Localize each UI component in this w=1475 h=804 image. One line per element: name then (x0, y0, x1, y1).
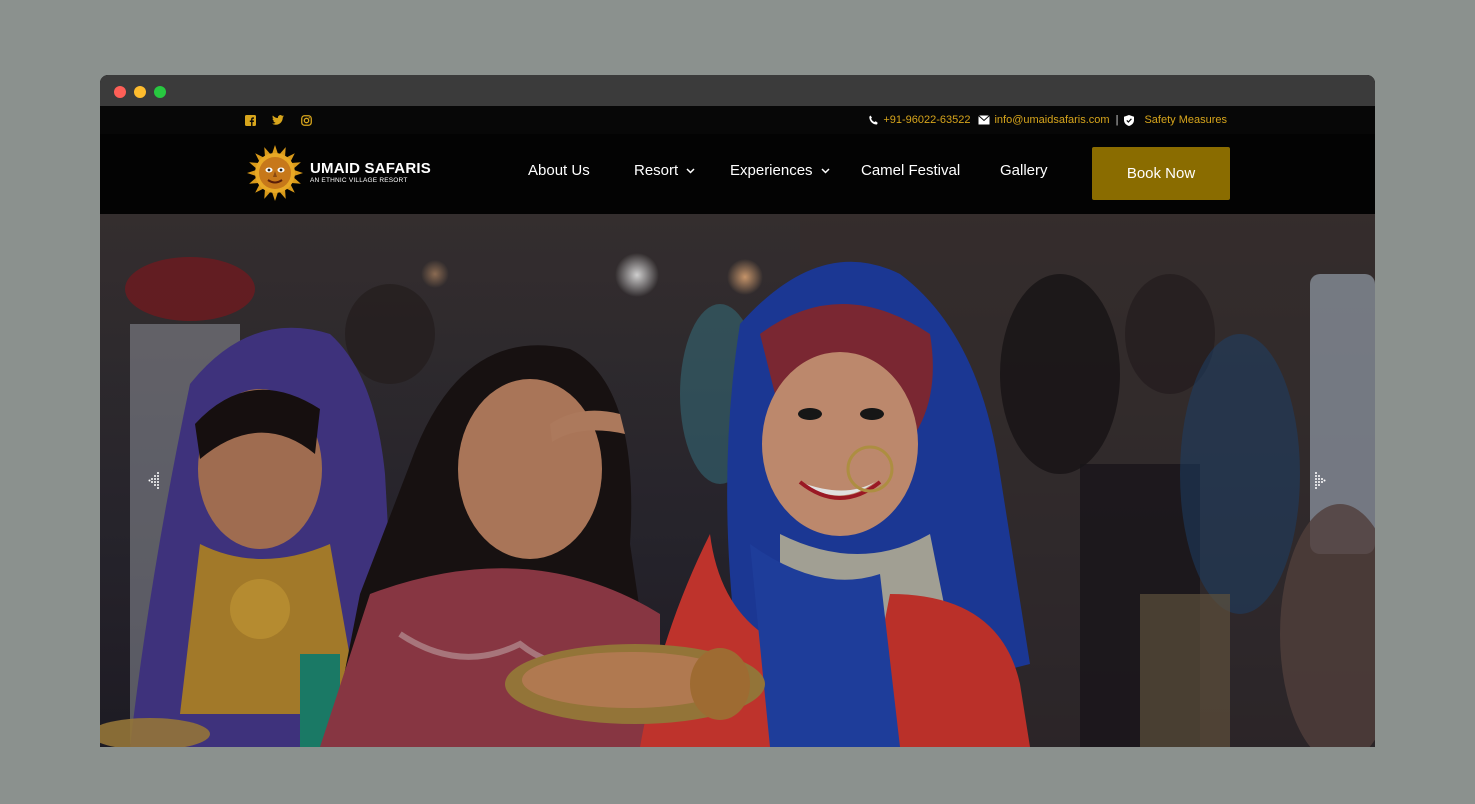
nav-gallery[interactable]: Gallery (1000, 162, 1048, 179)
chevron-down-icon (821, 167, 830, 174)
main-navbar: UMAID SAFARIS AN ETHNIC VILLAGE RESORT A… (100, 134, 1375, 214)
logo-tagline: AN ETHNIC VILLAGE RESORT (310, 177, 408, 184)
twitter-icon[interactable] (271, 113, 285, 127)
sun-logo-icon (247, 145, 303, 201)
facebook-icon[interactable] (243, 113, 257, 127)
nav-about-us-label: About Us (528, 162, 590, 179)
logo-brand-text: UMAID SAFARIS (310, 160, 431, 177)
site-logo[interactable]: UMAID SAFARIS AN ETHNIC VILLAGE RESORT (246, 144, 431, 202)
maximize-window-button[interactable] (154, 86, 166, 98)
minimize-window-button[interactable] (134, 86, 146, 98)
nav-gallery-label: Gallery (1000, 162, 1048, 179)
chevron-down-icon (686, 167, 695, 174)
hero-image (100, 214, 1375, 747)
book-now-button[interactable]: Book Now (1092, 147, 1230, 200)
phone-icon (868, 114, 879, 126)
email-link[interactable]: info@umaidsafaris.com (994, 114, 1109, 126)
nav-resort[interactable]: Resort (634, 162, 695, 179)
close-window-button[interactable] (114, 86, 126, 98)
safety-measures-link[interactable]: Safety Measures (1144, 114, 1227, 126)
hero-slider (100, 214, 1375, 747)
nav-about-us[interactable]: About Us (528, 162, 590, 179)
instagram-icon[interactable] (299, 113, 313, 127)
nav-experiences[interactable]: Experiences (730, 162, 830, 179)
mail-icon (978, 115, 991, 125)
nav-resort-label: Resort (634, 162, 679, 179)
nav-camel-festival[interactable]: Camel Festival (861, 162, 960, 179)
contact-info: +91-96022-63522 info@umaidsafaris.com | … (868, 106, 1227, 134)
slider-next-arrow[interactable] (1313, 469, 1327, 491)
top-contact-bar: +91-96022-63522 info@umaidsafaris.com | … (100, 106, 1375, 134)
phone-link[interactable]: +91-96022-63522 (883, 114, 970, 126)
contact-separator: | (1115, 114, 1119, 126)
window-titlebar (100, 75, 1375, 106)
shield-icon (1124, 114, 1135, 126)
nav-experiences-label: Experiences (730, 162, 813, 179)
nav-camel-festival-label: Camel Festival (861, 162, 961, 179)
browser-window: +91-96022-63522 info@umaidsafaris.com | … (100, 75, 1375, 747)
slider-prev-arrow[interactable] (147, 469, 161, 491)
